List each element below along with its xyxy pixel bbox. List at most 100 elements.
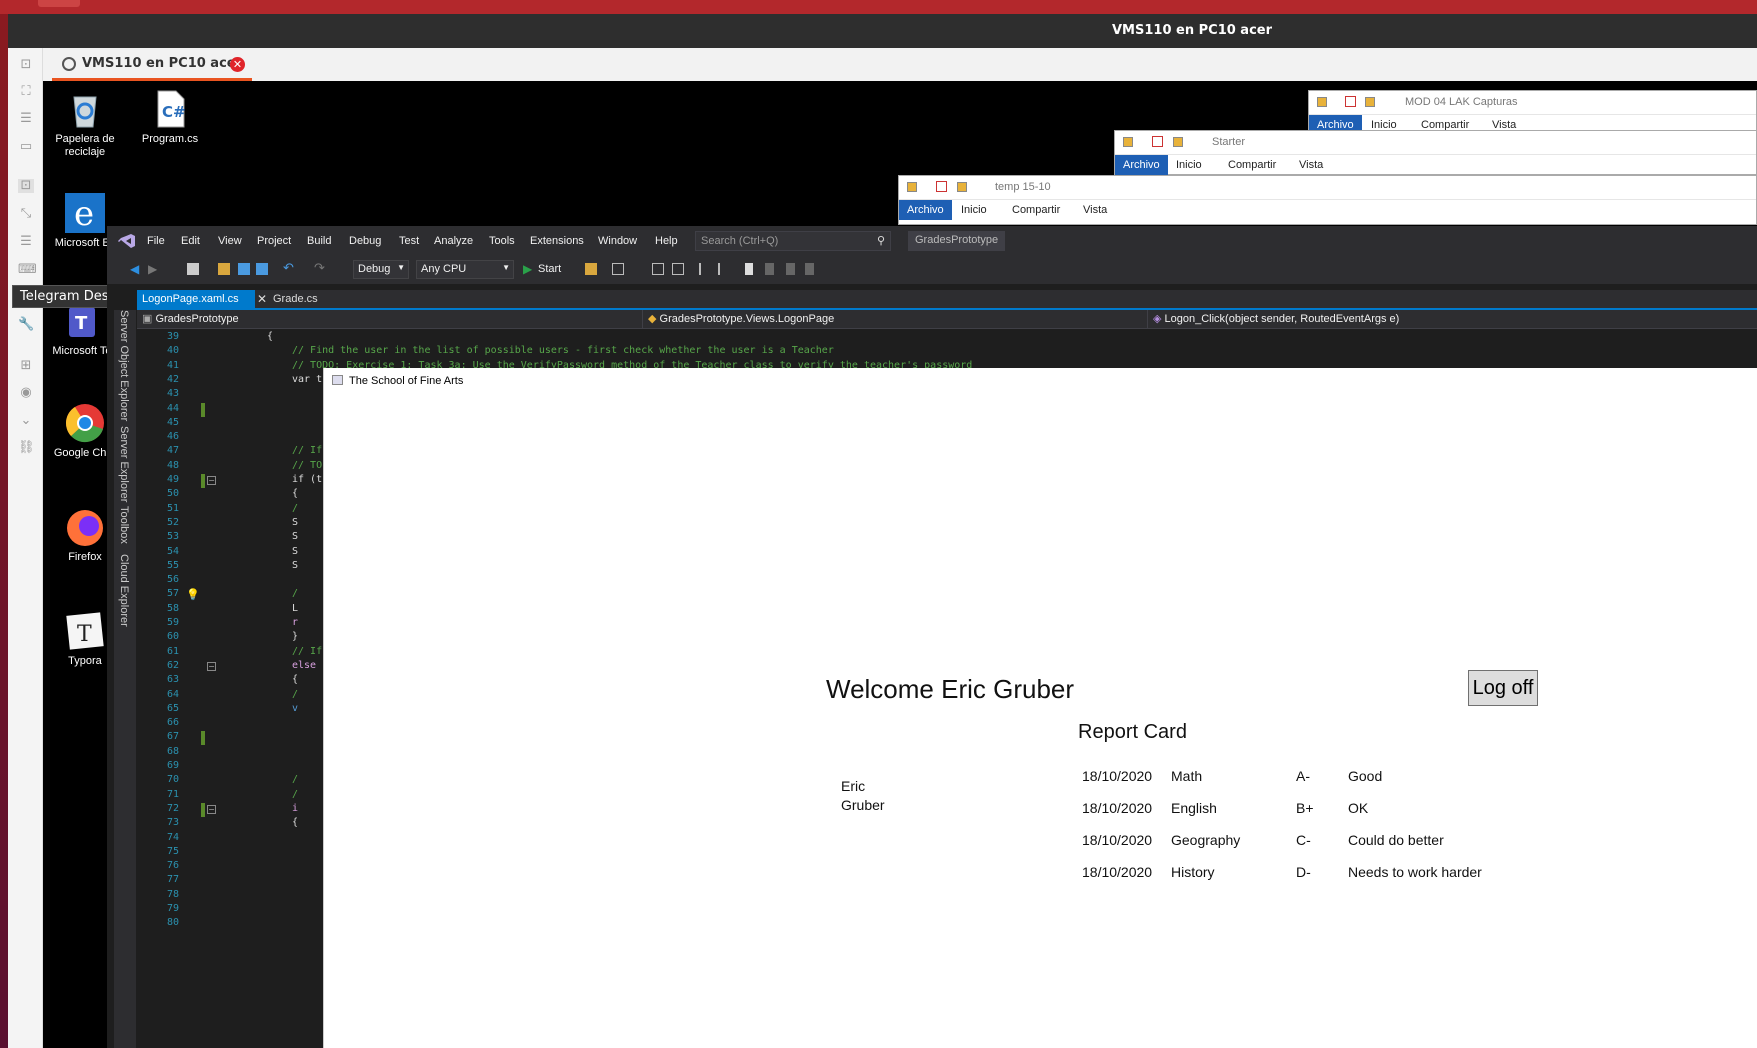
vs-search-input[interactable]: Search (Ctrl+Q) ⚲ — [695, 231, 891, 251]
add-icon[interactable]: ⊞ — [18, 359, 34, 373]
start-icon[interactable]: ▶ — [523, 262, 532, 276]
desktop-icon-recycle-bin[interactable]: Papelera de reciclaje — [43, 89, 127, 159]
collapse-icon[interactable]: − — [207, 476, 216, 485]
nav-project-dropdown[interactable]: ▣ GradesPrototype — [137, 310, 643, 328]
search-icon[interactable]: ⚲ — [877, 234, 885, 247]
host-top-tab[interactable] — [38, 0, 80, 7]
screenshot-tool-icon[interactable] — [612, 263, 624, 275]
new-project-icon[interactable] — [187, 263, 199, 275]
window-title: VMS110 en PC10 acer — [1112, 23, 1273, 38]
menu-debug[interactable]: Debug — [349, 235, 381, 247]
save-icon[interactable] — [238, 263, 250, 275]
ribbon-tab-vista[interactable]: Vista — [1083, 204, 1107, 216]
fit-window-icon[interactable]: ⊡ — [18, 58, 34, 72]
save-all-icon[interactable] — [256, 263, 268, 275]
outline-icon[interactable] — [672, 263, 684, 275]
ribbon-tab-archivo[interactable]: Archivo — [1115, 155, 1168, 175]
line-number-gutter: 39 40 41 42 43 44 45 46 47 48 49 50 51 52 53 54 55 56 57 58… — [137, 329, 185, 1048]
ribbon-tab-compartir[interactable]: Compartir — [1228, 159, 1276, 171]
collapse-icon[interactable]: − — [207, 661, 216, 671]
indent-icon[interactable] — [699, 263, 711, 275]
side-tab-server-explorer[interactable]: Server Explorer — [118, 426, 130, 502]
change-marker — [201, 731, 205, 746]
prev-bookmark-icon[interactable] — [765, 263, 774, 275]
explorer-window-mod04[interactable]: MOD 04 LAK Capturas Archivo Inicio Compa… — [1308, 90, 1757, 135]
scale-icon[interactable]: ⊡ — [18, 179, 34, 193]
menu-edit[interactable]: Edit — [181, 235, 200, 247]
menu-view[interactable]: View — [218, 235, 242, 247]
code-line: i — [292, 802, 299, 814]
collapse-icon[interactable]: − — [207, 804, 216, 814]
line-number: 51 — [166, 502, 179, 514]
ribbon-tab-inicio[interactable]: Inicio — [961, 204, 987, 216]
wrench-icon[interactable]: 🔧 — [18, 318, 34, 332]
config-select[interactable]: Debug ▼ — [353, 260, 409, 279]
menu-build[interactable]: Build — [307, 235, 331, 247]
ribbon-tab-compartir[interactable]: Compartir — [1012, 204, 1060, 216]
lightbulb-icon[interactable]: 💡 — [186, 588, 200, 601]
undo-icon[interactable]: ↶ — [283, 262, 295, 275]
doc-tab-grade[interactable]: Grade.cs — [273, 293, 318, 305]
ribbon-tab-archivo[interactable]: Archivo — [899, 200, 952, 220]
back-icon[interactable]: ◀ — [130, 263, 142, 275]
menu-tools[interactable]: Tools — [489, 235, 515, 247]
doc-tab-logonpage[interactable]: LogonPage.xaml.cs — [137, 290, 255, 310]
nav-class-dropdown[interactable]: ◆ GradesPrototype.Views.LogonPage — [643, 310, 1148, 328]
code-line: L — [292, 602, 299, 614]
menu-file[interactable]: File — [147, 235, 165, 247]
bookmark-icon[interactable] — [745, 263, 753, 275]
explorer-window-temp[interactable]: temp 15-10 Archivo Inicio Compartir Vist… — [898, 175, 1757, 225]
explorer-title: temp 15-10 — [995, 181, 1051, 193]
session-tab[interactable]: VMS110 en PC10 acer ✕ — [52, 48, 252, 81]
desktop-icon-program-cs[interactable]: C# Program.cs — [128, 89, 212, 146]
side-tab-cloud-explorer[interactable]: Cloud Explorer — [118, 554, 130, 627]
side-tab-toolbox[interactable]: Toolbox — [118, 506, 130, 544]
code-line: / — [292, 588, 299, 600]
code-line: v — [292, 702, 299, 714]
firefox-icon — [65, 507, 105, 547]
close-session-icon[interactable]: ✕ — [230, 57, 245, 72]
menu-extensions[interactable]: Extensions — [530, 235, 584, 247]
menu-project[interactable]: Project — [257, 235, 291, 247]
next-bookmark-icon[interactable] — [786, 263, 795, 275]
forward-icon[interactable]: ▶ — [148, 263, 160, 275]
open-icon[interactable] — [218, 263, 230, 275]
close-tab-icon[interactable]: ✕ — [257, 292, 267, 306]
clear-bookmarks-icon[interactable] — [805, 263, 814, 275]
menu-window[interactable]: Window — [598, 235, 637, 247]
line-number: 80 — [166, 917, 179, 929]
browser-link-icon[interactable] — [585, 263, 597, 275]
ribbon-tab-inicio[interactable]: Inicio — [1176, 159, 1202, 171]
start-button[interactable]: Start — [538, 263, 561, 275]
platform-select[interactable]: Any CPU ▼ — [416, 260, 514, 279]
ribbon-tab-vista[interactable]: Vista — [1299, 159, 1323, 171]
properties-icon[interactable] — [936, 181, 947, 192]
redo-icon[interactable]: ↷ — [314, 262, 326, 275]
outdent-icon[interactable] — [718, 263, 730, 275]
window-icon[interactable]: ▭ — [18, 140, 34, 154]
keyboard-icon[interactable]: ⌨ — [18, 263, 37, 277]
menu-icon[interactable]: ☰ — [18, 112, 34, 126]
resize-icon[interactable]: ⤡ — [18, 207, 34, 221]
line-number: 59 — [166, 617, 179, 628]
properties-icon[interactable] — [1152, 136, 1163, 147]
side-tab-server-object-explorer[interactable]: Server Object Explorer — [118, 310, 130, 421]
menu-test[interactable]: Test — [399, 235, 419, 247]
folder-icon — [1317, 97, 1327, 107]
host-top-bar — [0, 0, 1757, 14]
list-icon[interactable]: ☰ — [18, 235, 34, 249]
nav-member-dropdown[interactable]: ◈ Logon_Click(object sender, RoutedEvent… — [1148, 310, 1757, 328]
chevron-down-icon[interactable]: ⌄ — [18, 414, 34, 428]
session-tabstrip: VMS110 en PC10 acer ✕ — [8, 48, 1757, 81]
log-off-button[interactable]: Log off — [1468, 670, 1538, 706]
explorer-window-starter[interactable]: Starter Archivo Inicio Compartir Vista — [1114, 130, 1757, 175]
grade-subject: Geography — [1171, 832, 1241, 848]
disconnect-icon[interactable]: ⛓ — [18, 441, 35, 455]
line-number: 72 — [166, 802, 179, 814]
menu-help[interactable]: Help — [655, 235, 678, 247]
fullscreen-icon[interactable]: ⛶ — [18, 85, 34, 99]
hierarchy-icon[interactable] — [652, 263, 664, 275]
properties-icon[interactable] — [1345, 96, 1356, 107]
camera-icon[interactable]: ◉ — [18, 386, 34, 400]
menu-analyze[interactable]: Analyze — [434, 235, 473, 247]
